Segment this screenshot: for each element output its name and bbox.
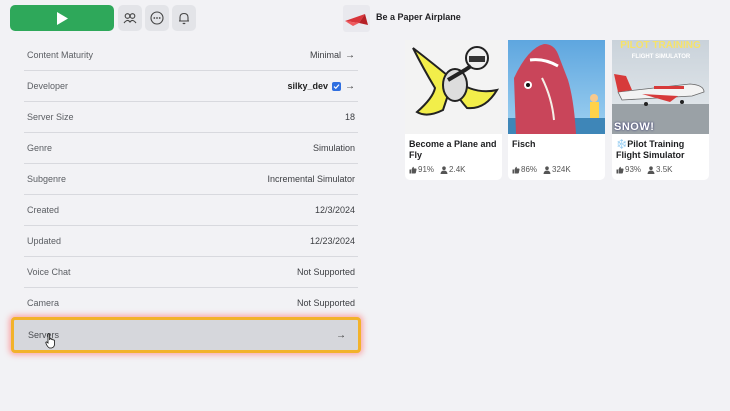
detail-row-developer[interactable]: Developer silky_dev → bbox=[24, 71, 358, 102]
play-button[interactable] bbox=[10, 5, 114, 31]
verified-badge-icon bbox=[332, 81, 341, 91]
game-card-thumbnail bbox=[405, 40, 502, 134]
detail-value: silky_dev → bbox=[287, 81, 355, 92]
players-value: 324K bbox=[552, 165, 571, 174]
snow-badge: SNOW! bbox=[614, 121, 655, 133]
top-bar: Be a Paper Airplane bbox=[0, 0, 730, 38]
detail-value: Minimal → bbox=[310, 50, 355, 61]
servers-button[interactable]: Servers → bbox=[11, 317, 361, 353]
players-stat: 3.5K bbox=[647, 165, 672, 174]
game-card-stats: 91% 2.4K bbox=[409, 165, 465, 174]
more-button[interactable] bbox=[145, 5, 169, 31]
rating-stat: 86% bbox=[512, 165, 537, 174]
detail-label: Genre bbox=[27, 143, 53, 153]
arrow-right-icon: → bbox=[345, 80, 355, 92]
game-card-thumbnail bbox=[508, 40, 605, 134]
rating-stat: 93% bbox=[616, 165, 641, 174]
players-icon bbox=[440, 165, 448, 174]
detail-row-camera: Camera Not Supported bbox=[24, 288, 358, 319]
rating-value: 91% bbox=[418, 165, 435, 174]
rating-stat: 91% bbox=[409, 165, 434, 174]
game-card-stats: 93% 3.5K bbox=[616, 165, 672, 174]
thumbs-up-icon bbox=[409, 166, 417, 173]
arrow-right-icon: → bbox=[336, 329, 346, 341]
players-stat: 324K bbox=[543, 165, 571, 174]
detail-row-server-size: Server Size 18 bbox=[24, 102, 358, 133]
detail-row-updated: Updated 12/23/2024 bbox=[24, 226, 358, 257]
detail-row-created: Created 12/3/2024 bbox=[24, 195, 358, 226]
thumbs-up-icon bbox=[512, 166, 520, 173]
mouse-cursor-icon bbox=[45, 333, 55, 349]
detail-label: Created bbox=[27, 205, 60, 215]
game-card-stats: 86% 324K bbox=[512, 165, 571, 174]
detail-row-subgenre: Subgenre Incremental Simulator bbox=[24, 164, 358, 195]
detail-label: Camera bbox=[27, 298, 60, 308]
game-card[interactable]: PILOT TRAINING FLIGHT SIMULATOR SNOW! ❄️… bbox=[612, 40, 709, 180]
detail-value: 12/23/2024 bbox=[309, 236, 355, 246]
rating-value: 86% bbox=[521, 165, 538, 174]
party-button[interactable] bbox=[118, 5, 142, 31]
detail-label: Updated bbox=[27, 236, 62, 246]
game-card-title: ❄️Pilot Training Flight Simulator bbox=[616, 139, 685, 160]
detail-label: Subgenre bbox=[27, 174, 67, 184]
game-thumbnail bbox=[343, 5, 370, 32]
detail-value: Not Supported bbox=[296, 298, 355, 308]
players-value: 3.5K bbox=[656, 165, 673, 174]
detail-row-genre: Genre Simulation bbox=[24, 133, 358, 164]
players-value: 2.4K bbox=[449, 165, 466, 174]
rating-value: 93% bbox=[625, 165, 642, 174]
detail-label: Voice Chat bbox=[27, 267, 71, 277]
detail-value: 12/3/2024 bbox=[314, 205, 355, 215]
paper-airplane-icon bbox=[345, 14, 368, 26]
content-maturity-value: Minimal bbox=[309, 50, 341, 60]
detail-label: Content Maturity bbox=[27, 50, 94, 60]
game-card[interactable]: Become a Plane and Fly 91% 2.4K bbox=[405, 40, 502, 180]
play-icon bbox=[57, 11, 68, 25]
detail-label: Server Size bbox=[27, 112, 74, 122]
arrow-right-icon: → bbox=[345, 49, 355, 61]
thumbnail-subtitle: FLIGHT SIMULATOR bbox=[631, 54, 691, 60]
detail-value: 18 bbox=[344, 112, 355, 122]
detail-value: Incremental Simulator bbox=[267, 174, 355, 184]
developer-name: silky_dev bbox=[287, 81, 328, 91]
thumbs-up-icon bbox=[616, 166, 624, 173]
game-details-list: Content Maturity Minimal → Developer sil… bbox=[24, 40, 358, 319]
notifications-button[interactable] bbox=[172, 5, 196, 31]
game-title: Be a Paper Airplane bbox=[376, 12, 461, 22]
game-card-title: Become a Plane and Fly bbox=[409, 139, 497, 160]
game-card[interactable]: Fisch 86% 324K bbox=[508, 40, 605, 180]
players-icon bbox=[543, 165, 551, 174]
detail-row-content-maturity[interactable]: Content Maturity Minimal → bbox=[24, 40, 358, 71]
wingsuit-thumbnail-art bbox=[412, 46, 500, 116]
detail-label: Developer bbox=[27, 81, 69, 91]
players-icon bbox=[647, 165, 655, 174]
game-card-title: Fisch bbox=[512, 139, 536, 149]
game-card-thumbnail: PILOT TRAINING FLIGHT SIMULATOR SNOW! bbox=[612, 40, 709, 134]
detail-value: Not Supported bbox=[296, 267, 355, 277]
more-icon bbox=[150, 11, 164, 25]
detail-value: Simulation bbox=[312, 143, 355, 153]
detail-row-voice-chat: Voice Chat Not Supported bbox=[24, 257, 358, 288]
fisch-thumbnail-art bbox=[508, 44, 605, 134]
players-stat: 2.4K bbox=[440, 165, 465, 174]
party-icon bbox=[123, 13, 137, 24]
thumbnail-title: PILOT TRAINING bbox=[620, 40, 701, 51]
bell-icon bbox=[179, 12, 189, 25]
